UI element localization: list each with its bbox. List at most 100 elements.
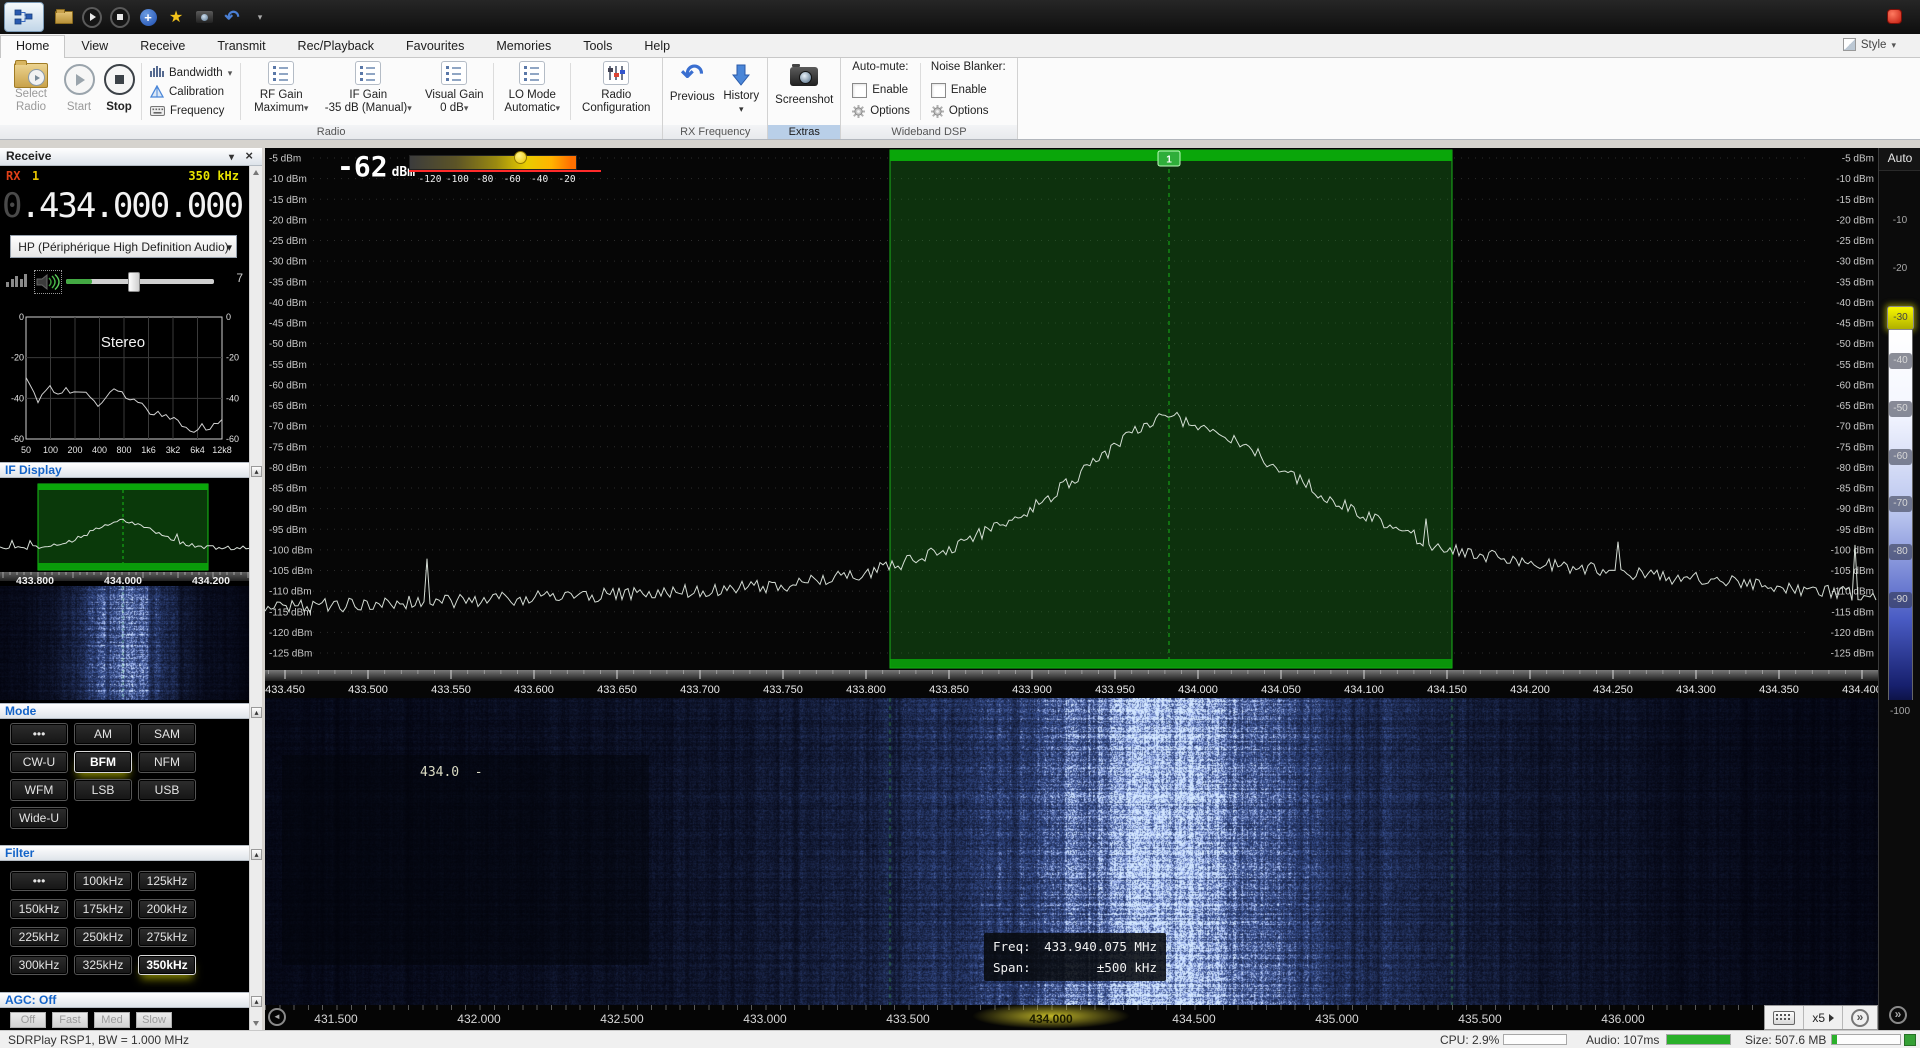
if-gain-button[interactable]: IF Gain -35 dB (Manual) <box>319 58 417 125</box>
tab-help[interactable]: Help <box>628 35 686 57</box>
agc-button-fast[interactable]: Fast <box>52 1012 88 1028</box>
filter-button-300khz[interactable]: 300kHz <box>10 955 68 975</box>
bandwidth-button[interactable]: Bandwidth <box>150 63 232 82</box>
noise-blanker-options-button[interactable]: Options <box>931 102 1006 120</box>
filter-button-275khz[interactable]: 275kHz <box>138 927 196 947</box>
collapse-if-icon[interactable] <box>251 466 262 477</box>
rf-gain-button[interactable]: RF Gain Maximum <box>243 58 319 125</box>
filter-button-175khz[interactable]: 175kHz <box>74 899 132 919</box>
tab-receive[interactable]: Receive <box>124 35 201 57</box>
spectrum-display[interactable]: -5 dBm-5 dBm-10 dBm-10 dBm-15 dBm-15 dBm… <box>265 148 1878 698</box>
tab-rec-playback[interactable]: Rec/Playback <box>282 35 390 57</box>
collapse-mode-icon[interactable] <box>251 707 262 718</box>
frequency-button[interactable]: Frequency <box>150 101 232 120</box>
mode-button-cw-u[interactable]: CW-U <box>10 751 68 773</box>
noise-blanker-enable-checkbox[interactable]: Enable <box>931 81 1006 99</box>
tab-memories[interactable]: Memories <box>480 35 567 57</box>
scroll-left-button[interactable] <box>268 1008 286 1026</box>
if-display-header[interactable]: IF Display <box>0 462 249 478</box>
screenshot-icon[interactable] <box>194 7 214 27</box>
mode-button-wide-u[interactable]: Wide-U <box>10 807 68 829</box>
scroll-up-icon[interactable] <box>253 170 259 175</box>
audio-spectrum-graph[interactable]: 00-20-20-40-40-60-60501002004008001k63k2… <box>0 309 249 459</box>
filter-button-dots[interactable]: ••• <box>10 871 68 891</box>
volume-slider[interactable] <box>66 279 214 284</box>
record-status-icon[interactable] <box>1887 9 1902 24</box>
screenshot-button[interactable]: Screenshot <box>771 58 837 125</box>
history-button[interactable]: History <box>718 58 764 125</box>
panel-close-icon[interactable] <box>245 148 253 164</box>
palette-upper-handle[interactable]: -30 <box>1887 306 1914 330</box>
mode-button-nfm[interactable]: NFM <box>138 751 196 773</box>
panel-scrollbar[interactable] <box>249 166 262 1030</box>
filter-button-100khz[interactable]: 100kHz <box>74 871 132 891</box>
spectrum-plot[interactable]: -5 dBm-5 dBm-10 dBm-10 dBm-15 dBm-15 dBm… <box>265 148 1878 698</box>
frequency-display[interactable]: 0.434.000.000 <box>2 186 249 228</box>
audio-device-select[interactable]: HP (Périphérique High Definition Audio) <box>10 235 237 258</box>
customize-toolbar-icon[interactable] <box>250 7 270 27</box>
equalizer-icon[interactable] <box>6 274 27 287</box>
filter-button-350khz[interactable]: 350kHz <box>138 955 196 975</box>
collapse-agc-icon[interactable] <box>251 996 262 1007</box>
select-radio-button[interactable]: Select Radio <box>3 58 59 125</box>
panel-menu-icon[interactable] <box>229 148 234 166</box>
start-button[interactable]: Start <box>59 58 99 125</box>
palette-gradient[interactable] <box>1888 330 1913 700</box>
open-folder-icon[interactable] <box>54 7 74 27</box>
mode-button-dots[interactable]: ••• <box>10 723 68 745</box>
tab-tools[interactable]: Tools <box>567 35 628 57</box>
waterfall-speed-button[interactable] <box>1889 1006 1907 1024</box>
zoom-button[interactable]: x5 <box>1804 1006 1843 1029</box>
auto-mute-enable-checkbox[interactable]: Enable <box>852 81 910 99</box>
waterfall-frequency-bar[interactable]: 431.500432.000432.500433.000433.500434.0… <box>265 1005 1878 1030</box>
agc-button-med[interactable]: Med <box>94 1012 130 1028</box>
filter-header[interactable]: Filter <box>0 845 249 861</box>
agc-button-slow[interactable]: Slow <box>136 1012 172 1028</box>
filter-button-150khz[interactable]: 150kHz <box>10 899 68 919</box>
radio-configuration-button[interactable]: Radio Configuration <box>573 58 659 125</box>
volume-slider-handle[interactable] <box>128 272 140 292</box>
stop-button[interactable]: Stop <box>99 58 139 125</box>
filter-button-225khz[interactable]: 225kHz <box>10 927 68 947</box>
undo-icon[interactable] <box>222 7 242 27</box>
collapse-filter-icon[interactable] <box>251 849 262 860</box>
if-waterfall-canvas[interactable] <box>0 586 249 700</box>
waterfall-display[interactable]: 434.0 - Freq:433.940.075 MHz Span:±500 k… <box>265 698 1878 1005</box>
mode-button-bfm[interactable]: BFM <box>74 751 132 773</box>
filter-button-250khz[interactable]: 250kHz <box>74 927 132 947</box>
receive-panel-header[interactable]: Receive <box>0 148 262 166</box>
agc-button-off[interactable]: Off <box>10 1012 46 1028</box>
filter-button-200khz[interactable]: 200kHz <box>138 899 196 919</box>
calibration-button[interactable]: Calibration <box>150 82 232 101</box>
visual-gain-button[interactable]: Visual Gain 0 dB <box>417 58 491 125</box>
mode-button-sam[interactable]: SAM <box>138 723 196 745</box>
auto-mute-options-button[interactable]: Options <box>852 102 910 120</box>
tab-favourites[interactable]: Favourites <box>390 35 480 57</box>
scroll-down-icon[interactable] <box>253 1021 259 1026</box>
lo-mode-button[interactable]: LO Mode Automatic <box>496 58 568 125</box>
stop-icon[interactable] <box>110 7 130 27</box>
tab-view[interactable]: View <box>65 35 124 57</box>
filter-button-125khz[interactable]: 125kHz <box>138 871 196 891</box>
keyboard-entry-button[interactable] <box>1765 1006 1804 1029</box>
if-display-graph[interactable]: 433.800434.000434.200 <box>0 482 249 586</box>
style-selector[interactable]: Style <box>1843 38 1896 51</box>
pan-right-button[interactable] <box>1843 1006 1877 1029</box>
agc-header[interactable]: AGC: Off <box>0 992 249 1008</box>
mode-button-lsb[interactable]: LSB <box>74 779 132 801</box>
mode-button-am[interactable]: AM <box>74 723 132 745</box>
tab-home[interactable]: Home <box>0 35 65 58</box>
start-icon[interactable] <box>82 7 102 27</box>
palette-slider[interactable]: -30 -40-50-60-70-80-90 <box>1887 306 1914 700</box>
favourite-icon[interactable] <box>166 7 186 27</box>
mode-header[interactable]: Mode <box>0 703 249 719</box>
mode-button-wfm[interactable]: WFM <box>10 779 68 801</box>
filter-button-325khz[interactable]: 325kHz <box>74 955 132 975</box>
palette-auto-label[interactable]: Auto <box>1879 148 1920 171</box>
mute-button[interactable] <box>34 270 62 294</box>
mode-button-usb[interactable]: USB <box>138 779 196 801</box>
previous-button[interactable]: Previous <box>666 58 718 125</box>
tab-transmit[interactable]: Transmit <box>201 35 281 57</box>
add-icon[interactable]: + <box>138 7 158 27</box>
application-menu-button[interactable] <box>4 2 44 32</box>
